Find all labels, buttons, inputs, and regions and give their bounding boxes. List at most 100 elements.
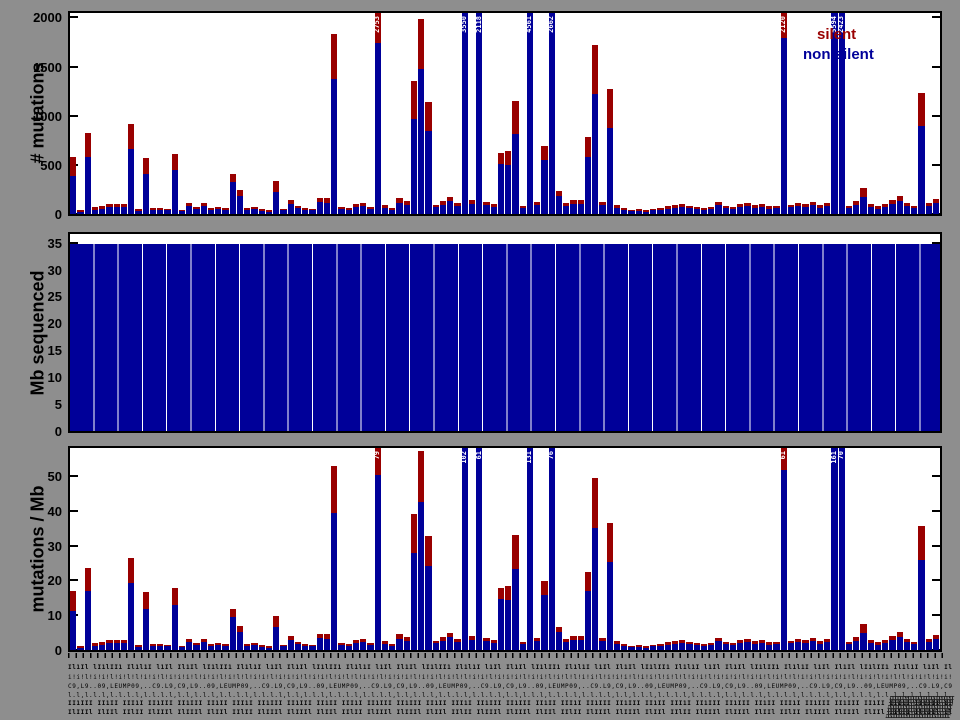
bar-silent [222,208,228,209]
bar-non-silent [454,642,460,651]
bar-silent [114,204,120,207]
bar-silent [694,207,700,209]
bar-non-silent [70,611,76,650]
bar-silent [498,588,504,599]
bar-silent [621,208,627,210]
bar-non-silent [324,203,330,214]
bar-silent [643,210,649,211]
y-tick-label: 10 [18,370,62,385]
bar-silent [628,646,634,647]
bar-silent [237,626,243,632]
bar-silent [259,209,265,210]
bar-silent [215,643,221,645]
bar-non-silent [534,641,540,650]
bar-silent [172,154,178,171]
bar-silent [273,616,279,628]
y-tick-mark [932,510,940,512]
bar-silent [172,588,178,605]
bar-non-silent [193,645,199,651]
bar-silent [309,209,315,210]
bar-silent [244,208,250,210]
bar-silent [708,207,714,209]
bar-silent [483,202,489,205]
bar-silent [578,636,584,640]
bar-non-silent [592,94,598,214]
bar-silent [288,636,294,640]
bar-silent [585,572,591,592]
bar-silent [752,641,758,644]
bar-silent [440,201,446,204]
bar-silent [309,645,315,647]
bar-silent [498,153,504,164]
bar-silent [723,206,729,208]
bar-silent [280,645,286,647]
bar-non-silent [77,212,83,214]
bar-silent [933,635,939,640]
bar-silent [353,204,359,207]
y-tick-mark [932,545,940,547]
clipped-bar-value-label: 61 [780,451,787,459]
bar-silent [701,644,707,646]
bar-silent [650,645,656,647]
bar-non-silent [498,164,504,214]
bar-silent [382,641,388,644]
bar-non-silent [440,641,446,651]
bar-non-silent [781,38,787,214]
bar-silent [911,642,917,645]
bar-silent [882,204,888,207]
bar-silent [636,209,642,210]
bar-silent [447,197,453,201]
bar-silent [715,202,721,205]
bar-non-silent [215,645,221,651]
bar-silent [208,208,214,210]
y-tick-label: 2000 [18,10,62,25]
bar-non-silent [295,644,301,651]
bar-silent [251,643,257,645]
bar-silent [288,200,294,203]
bar-non-silent [715,641,721,650]
y-tick-label: 25 [18,289,62,304]
bar-non-silent [578,640,584,650]
bar-non-silent [752,208,758,214]
clipped-bar-value-label: 70 [838,451,845,459]
bar-silent [425,536,431,566]
bar-silent [520,642,526,645]
bar-non-silent [135,647,141,651]
bar-non-silent [389,210,395,214]
bar-non-silent [679,207,685,214]
bar-silent [317,198,323,202]
bar-non-silent [512,569,518,650]
bar-non-silent [694,209,700,214]
bar-non-silent [636,211,642,214]
bar-non-silent [766,209,772,214]
y-tick-mark [932,115,940,117]
bar-non-silent [404,641,410,651]
bar-non-silent [512,134,518,214]
bar-silent [121,640,127,643]
bar-silent [230,174,236,182]
bar-silent [505,151,511,165]
clipped-bar-value-label: 61 [476,451,483,459]
bar-silent [396,198,402,203]
bar-non-silent [860,197,866,214]
bar-non-silent [469,640,475,651]
bar-silent [143,158,149,175]
bar-non-silent [128,149,134,214]
bar-non-silent [186,206,192,214]
bar-silent [411,81,417,119]
bar-silent [70,591,76,611]
bar-non-silent [795,642,801,651]
y-tick-label: 5 [18,397,62,412]
bar-non-silent [904,642,910,651]
bar-non-silent [759,643,765,651]
bar-silent [592,478,598,528]
bar-silent [614,641,620,644]
bar-silent [186,639,192,642]
bar-silent [846,206,852,208]
bar-non-silent [143,609,149,650]
bar-non-silent [491,207,497,214]
bar-silent [534,638,540,641]
bar-silent [563,639,569,642]
bar-non-silent [817,208,823,214]
bar-non-silent [150,646,156,651]
